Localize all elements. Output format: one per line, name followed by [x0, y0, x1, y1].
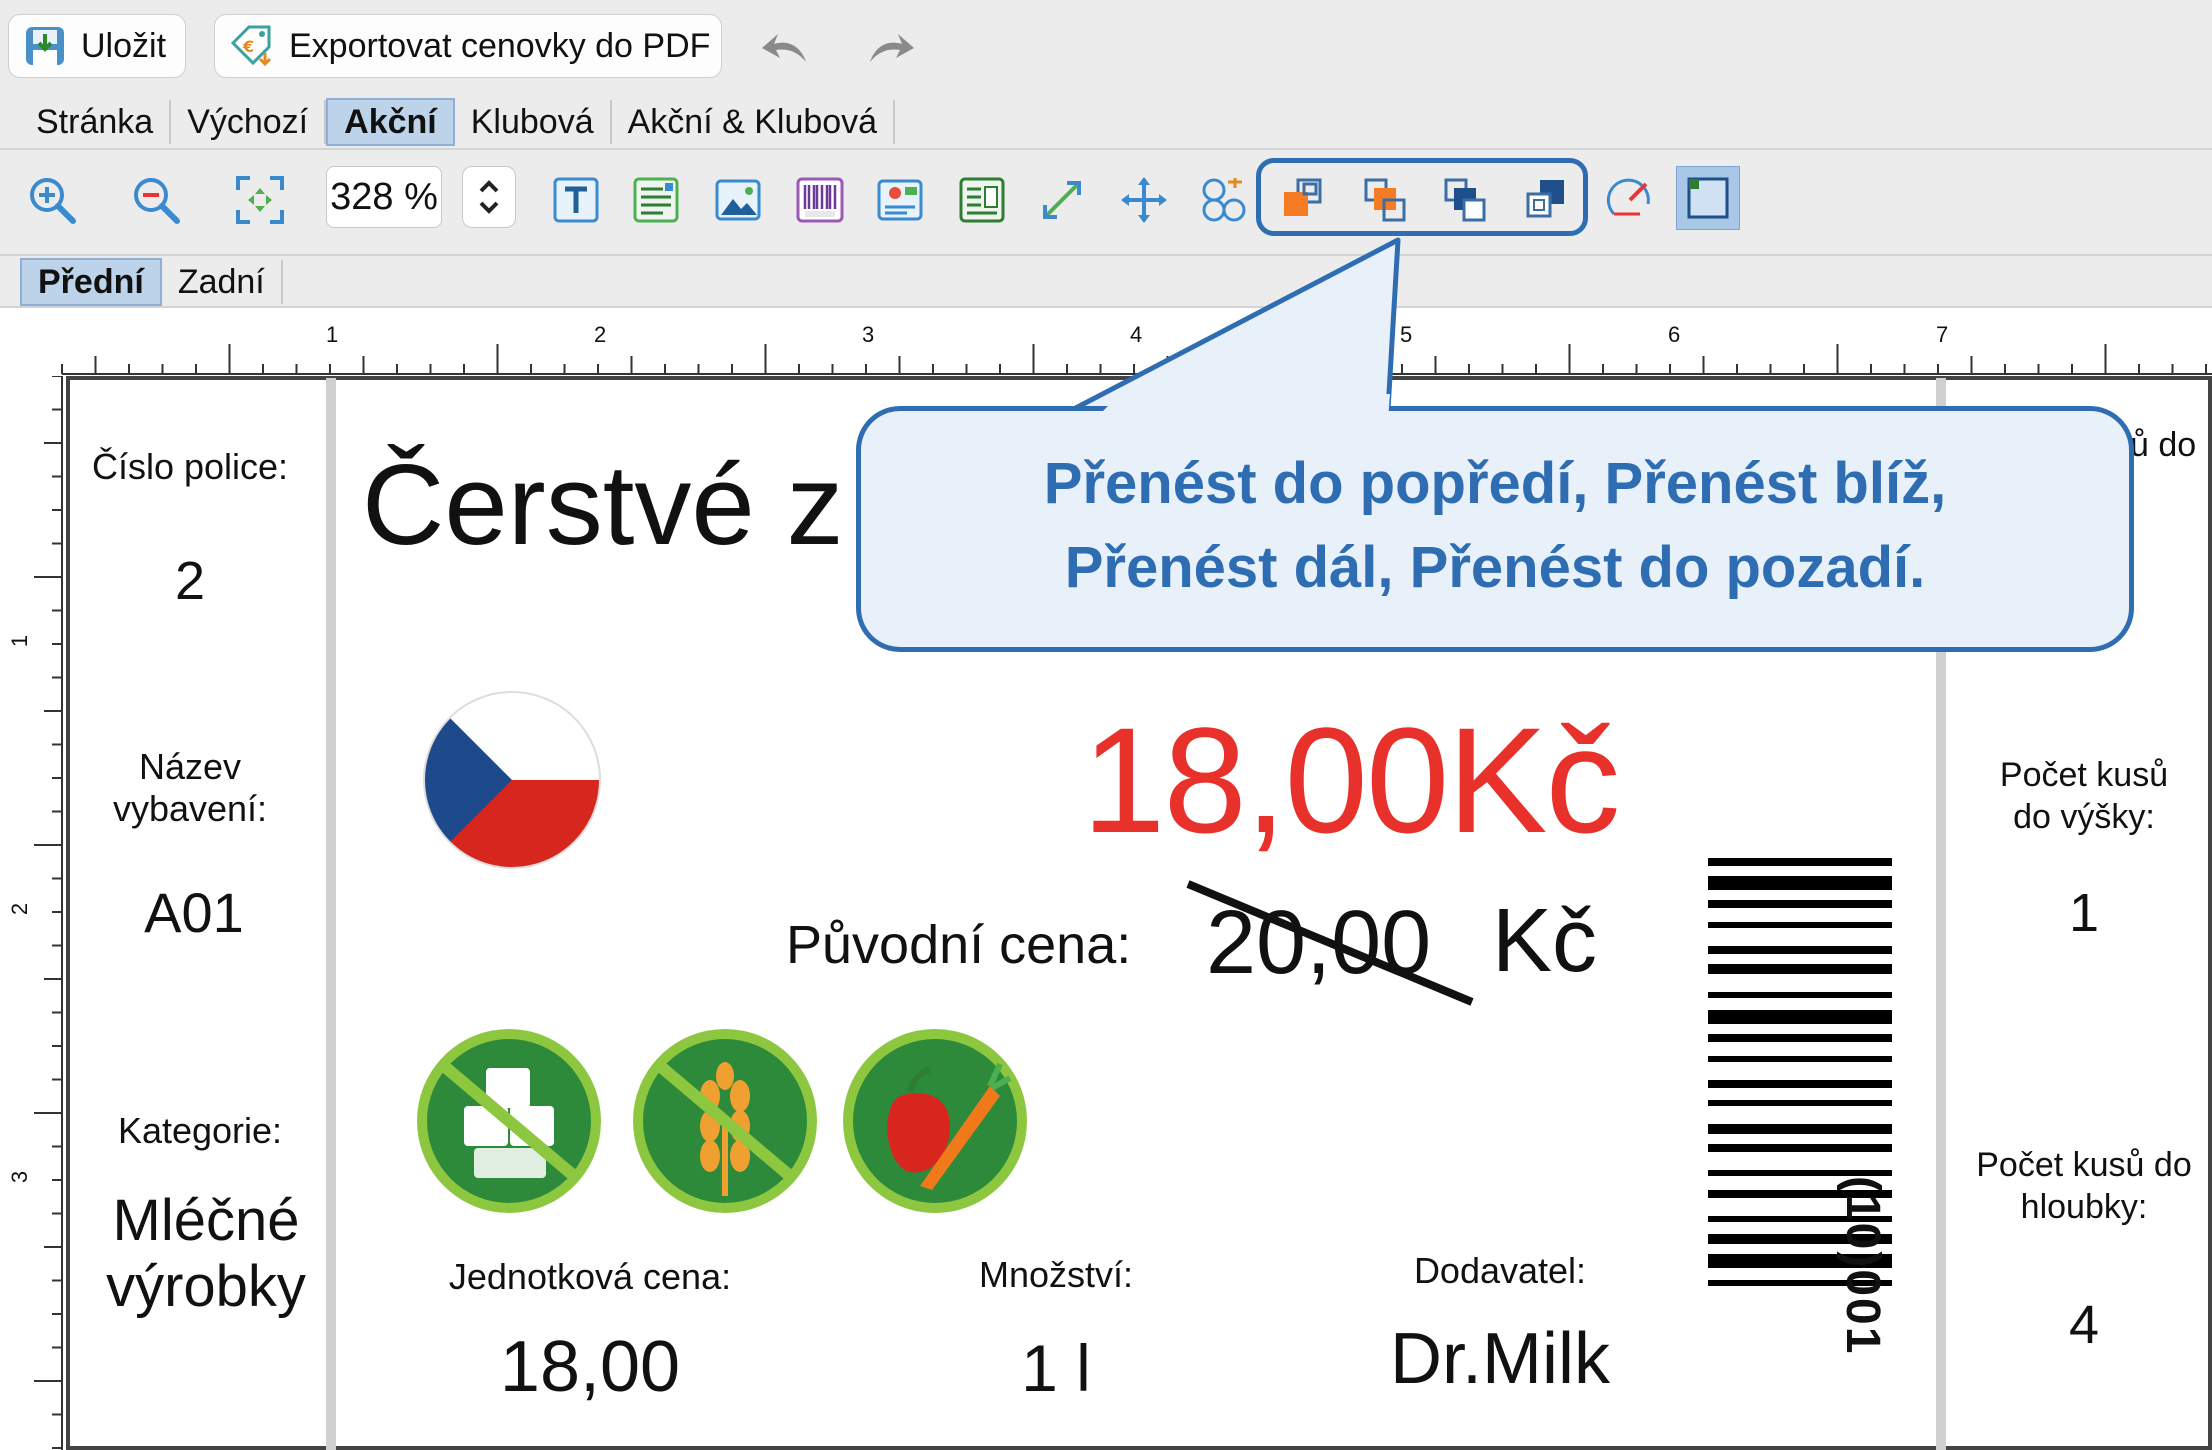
barcode-bar	[1708, 1124, 1892, 1134]
export-pdf-label: Exportovat cenovky do PDF	[289, 26, 711, 65]
shelf-number-value[interactable]: 2	[70, 550, 310, 612]
depth-count-label: Počet kusů do hloubky:	[1976, 1146, 2192, 1226]
barcode-bar	[1708, 858, 1892, 866]
zoom-out-icon[interactable]	[124, 168, 188, 232]
barcode-bar	[1708, 1010, 1892, 1024]
barcode-bar	[1708, 922, 1892, 928]
tab-klubova[interactable]: Klubová	[455, 100, 612, 144]
send-backward-icon[interactable]	[1432, 168, 1496, 232]
add-text-icon[interactable]	[544, 168, 608, 232]
equipment-name-value[interactable]: A01	[74, 880, 314, 945]
ruler-left-label: 3	[7, 1170, 33, 1184]
tab-zadni[interactable]: Zadní	[162, 260, 283, 304]
zoom-stepper[interactable]	[462, 166, 516, 228]
supplier-label: Dodavatel:	[1413, 1250, 1587, 1291]
tab-vychozi[interactable]: Výchozí	[171, 100, 327, 144]
barcode-bar	[1708, 876, 1892, 890]
barcode-bar	[1708, 1144, 1892, 1152]
barcode-number: (10)001	[1836, 1176, 1889, 1356]
barcode-bar	[1708, 1056, 1892, 1062]
callout-line-1: Přenést do popředí, Přenést blíž,	[1043, 451, 1947, 516]
left-column-divider	[326, 378, 336, 1450]
export-pdf-button[interactable]: € Exportovat cenovky do PDF	[214, 14, 722, 78]
undo-icon[interactable]	[760, 26, 812, 75]
gluten-free-icon[interactable]	[630, 1026, 820, 1221]
sale-price[interactable]: 18,00Kč	[1082, 694, 1620, 867]
tab-akcni[interactable]: Akční	[326, 98, 455, 146]
strikethrough-line	[1186, 880, 1474, 1006]
ruler-left-label: 2	[7, 902, 33, 916]
save-icon	[23, 24, 67, 68]
unit-price-label: Jednotková cena:	[448, 1256, 732, 1297]
unit-price-value[interactable]: 18,00	[430, 1326, 750, 1408]
vegetables-icon[interactable]	[840, 1026, 1030, 1221]
zoom-in-icon[interactable]	[20, 168, 84, 232]
rotate-icon[interactable]	[1598, 168, 1662, 232]
barcode-bar	[1708, 1034, 1892, 1042]
original-price-label: Původní cena:	[786, 915, 1132, 975]
callout-text: Přenést do popředí, Přenést blíž, Přenés…	[856, 442, 2134, 610]
group-objects-icon[interactable]	[1192, 168, 1256, 232]
quantity-value[interactable]: 1 l	[916, 1330, 1196, 1406]
svg-text:€: €	[242, 37, 254, 56]
add-image-icon[interactable]	[706, 168, 770, 232]
callout-pointer-cover	[1094, 394, 1390, 420]
zoom-level-field[interactable]: 328 %	[326, 166, 442, 228]
height-count-value[interactable]: 1	[1944, 882, 2212, 944]
send-to-back-icon[interactable]	[1514, 168, 1578, 232]
supplier-value[interactable]: Dr.Milk	[1340, 1318, 1660, 1400]
barcode-bar	[1708, 1080, 1892, 1088]
add-paragraph-icon[interactable]	[624, 168, 688, 232]
add-location-icon[interactable]	[868, 168, 932, 232]
tab-akcni-klubova[interactable]: Akční & Klubová	[612, 100, 896, 144]
barcode-bar	[1708, 900, 1892, 908]
save-button[interactable]: Uložit	[8, 14, 186, 78]
save-label: Uložit	[81, 26, 167, 65]
bring-forward-icon[interactable]	[1352, 168, 1416, 232]
tabs-divider	[0, 148, 2212, 150]
callout-line-2: Přenést dál, Přenést do pozadí.	[1064, 535, 1926, 600]
ruler-top-label: 2	[594, 322, 607, 347]
barcode-bar	[1708, 1100, 1892, 1106]
add-barcode-icon[interactable]	[788, 168, 852, 232]
product-name[interactable]: Čerstvé z	[362, 440, 843, 571]
frame-toggle-icon[interactable]	[1676, 166, 1740, 230]
ruler-top-label: 3	[862, 322, 875, 347]
ruler-left-label: 1	[7, 634, 33, 648]
category-label: Kategorie:	[117, 1110, 283, 1151]
barcode-bar	[1708, 964, 1892, 974]
barcode-bar	[1708, 946, 1892, 954]
move-icon[interactable]	[1112, 168, 1176, 232]
barcode-bar	[1708, 992, 1892, 998]
add-table-icon[interactable]	[950, 168, 1014, 232]
label-type-tabs: Stránka Výchozí Akční Klubová Akční & Kl…	[20, 98, 896, 146]
price-tag-icon: €	[229, 23, 275, 69]
height-count-label: Počet kusů do výšky:	[1999, 756, 2169, 836]
right-column-partial-text: ů do	[2130, 426, 2197, 464]
equipment-name-label: Název vybavení:	[112, 746, 268, 829]
callout-pointer	[1065, 237, 1401, 415]
bring-to-front-icon[interactable]	[1270, 168, 1334, 232]
ruler-top-label: 1	[326, 322, 339, 347]
zoom-fit-icon[interactable]	[228, 168, 292, 232]
category-value[interactable]: Mléčné výrobky	[86, 1188, 326, 1320]
shelf-number-label: Číslo police:	[91, 446, 289, 487]
redo-icon[interactable]	[864, 26, 916, 75]
tab-predni[interactable]: Přední	[20, 258, 162, 306]
quantity-label: Množství:	[978, 1254, 1134, 1295]
ruler-top-label: 6	[1668, 322, 1681, 347]
tab-stranka[interactable]: Stránka	[20, 100, 172, 144]
original-price-currency: Kč	[1492, 891, 1598, 991]
no-sugar-icon[interactable]	[414, 1026, 604, 1221]
resize-icon[interactable]	[1030, 168, 1094, 232]
side-tabs: Přední Zadní	[20, 258, 283, 306]
country-flag-icon[interactable]	[420, 688, 604, 877]
depth-count-value[interactable]: 4	[1944, 1294, 2212, 1356]
ruler-top-label: 7	[1936, 322, 1949, 347]
